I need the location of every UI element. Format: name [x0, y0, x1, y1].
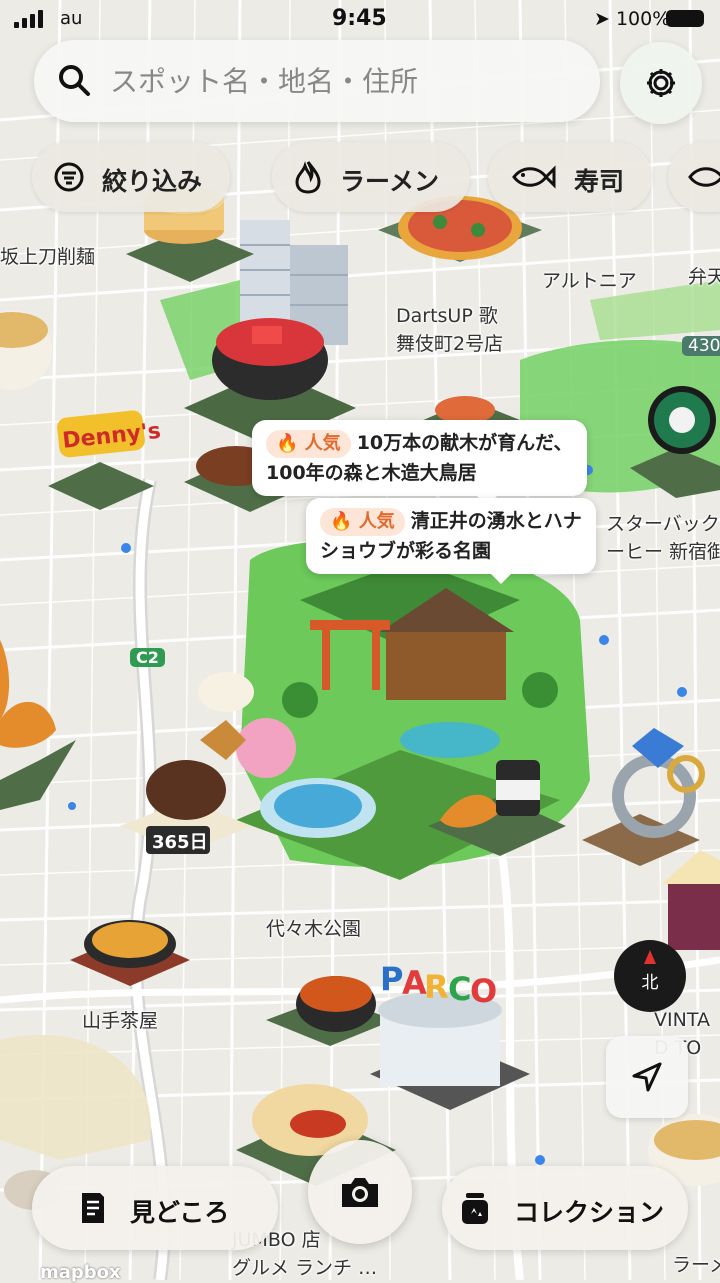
popular-badge-label: 人気 — [304, 433, 341, 454]
route-shield-c2: C2 — [130, 648, 165, 667]
fish-icon — [512, 165, 556, 189]
collection-button[interactable]: コレクション — [442, 1166, 688, 1250]
map-label-vintage-line1: VINTA — [654, 1009, 710, 1031]
svg-text:365日: 365日 — [152, 832, 208, 853]
map-label-starbucks-line1: スターバック — [606, 513, 720, 535]
popular-badge: 🔥 人気 — [320, 508, 405, 536]
callout-text-line2: 100年の森と木造大鳥居 — [266, 462, 477, 484]
popular-badge-label: 人気 — [358, 511, 395, 532]
flame-icon — [295, 161, 321, 194]
svg-text:C: C — [448, 970, 471, 1008]
map-label-yoyogi[interactable]: 代々木公園 — [266, 914, 361, 941]
status-bar: au 9:45 ➤ 100% — [0, 0, 720, 40]
category-chip-sushi[interactable]: 寿司 — [488, 142, 652, 212]
map-label-starbucks-line2: ーヒー 新宿御 — [606, 541, 720, 563]
collection-button-label: コレクション — [514, 1198, 665, 1227]
svg-text:P: P — [380, 960, 403, 998]
category-chip-sushi-label: 寿司 — [574, 167, 625, 196]
search-input[interactable] — [108, 60, 582, 102]
battery-icon — [666, 10, 704, 27]
battery-percent: ➤ 100% — [594, 8, 671, 30]
filter-chip[interactable]: 絞り込み — [32, 142, 230, 212]
fish-icon — [688, 167, 720, 187]
category-chip-ramen-label: ラーメン — [340, 167, 440, 196]
clock: 9:45 — [332, 6, 387, 31]
signal-icon — [14, 10, 46, 28]
category-chip-ramen[interactable]: ラーメン — [272, 142, 470, 212]
search-bar[interactable] — [34, 40, 600, 122]
gear-icon — [647, 69, 675, 97]
callout-text-line1: 清正井の湧水とハナ — [410, 510, 582, 532]
map-label-tachikezuri[interactable]: 坂上刀削麺 — [0, 242, 95, 269]
callout-text-line1: 10万本の献木が育んだ、 — [356, 432, 573, 454]
callout-text-line2: ショウブが彩る名園 — [320, 540, 492, 562]
spots-button[interactable]: 見どころ — [32, 1166, 278, 1250]
map-label-starbucks[interactable]: スターバック ーヒー 新宿御 — [606, 510, 720, 566]
map-label-ramen-bottom[interactable]: ラーメ — [672, 1250, 720, 1277]
carrier-label: au — [60, 8, 83, 29]
filter-chip-label: 絞り込み — [102, 167, 203, 196]
spots-button-label: 見どころ — [130, 1198, 230, 1227]
svg-text:O: O — [470, 972, 497, 1010]
battery-percent-value: 100% — [615, 8, 671, 30]
compass-icon — [644, 950, 656, 964]
settings-button[interactable] — [620, 42, 702, 124]
spot-callout-kiyomasa-well[interactable]: 🔥 人気 清正井の湧水とハナ ショウブが彩る名園 — [306, 498, 596, 584]
search-icon — [59, 65, 90, 96]
location-arrow-icon — [632, 1062, 662, 1092]
camera-icon — [342, 1178, 378, 1207]
map-label-jumbo-line2: グルメ ランチ … — [232, 1257, 378, 1279]
document-icon — [82, 1193, 104, 1223]
svg-text:R: R — [424, 968, 449, 1006]
map-label-darts-line1: DartsUP 歌 — [396, 305, 498, 327]
collection-icon — [462, 1193, 488, 1224]
camera-button[interactable] — [308, 1140, 412, 1244]
map-label-darts-line2: 舞伎町2号店 — [396, 333, 504, 355]
current-location-button[interactable] — [606, 1036, 688, 1118]
popular-badge: 🔥 人気 — [266, 430, 351, 458]
compass-north-label: 北 — [641, 973, 659, 993]
spot-callout-meiji-shrine[interactable]: 🔥 人気 10万本の献木が育んだ、 100年の森と木造大鳥居 — [252, 420, 587, 506]
map-label-sannou[interactable]: 山手茶屋 — [82, 1006, 158, 1033]
map-label-darts[interactable]: DartsUP 歌 舞伎町2号店 — [396, 302, 503, 358]
compass-button[interactable]: 北 — [614, 940, 686, 1012]
map-label-alto[interactable]: アルトニア — [542, 266, 637, 293]
map-label-bento[interactable]: 弁天 — [688, 262, 720, 289]
route-shield-430: 430 — [682, 336, 720, 356]
filter-icon — [54, 162, 84, 192]
